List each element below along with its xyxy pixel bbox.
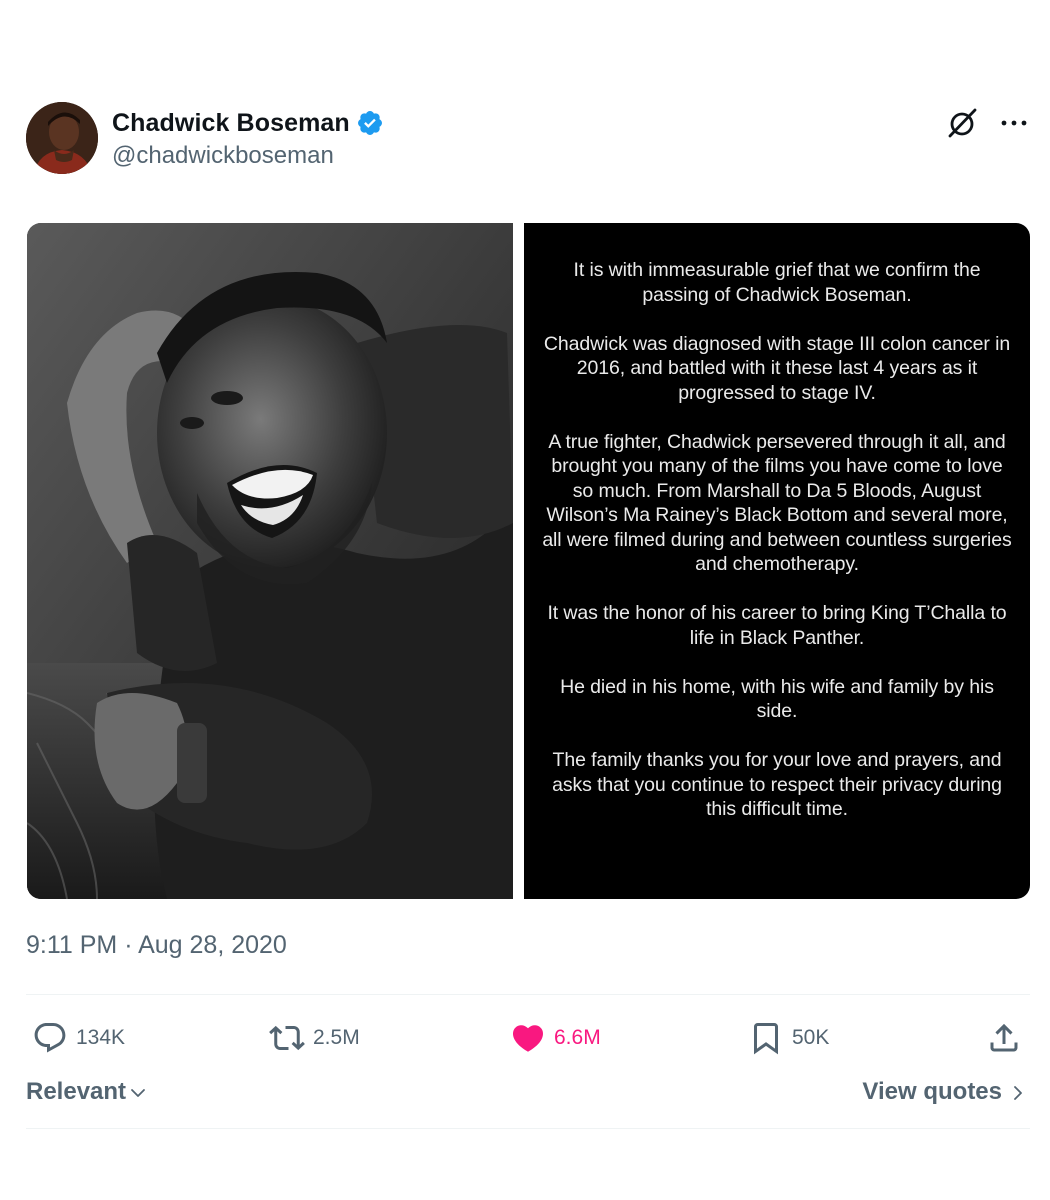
- statement-paragraph: Chadwick was diagnosed with stage III co…: [543, 332, 1011, 404]
- grok-icon[interactable]: [946, 106, 980, 140]
- portrait-photo-image: [27, 223, 513, 899]
- view-quotes-label: View quotes: [862, 1078, 1002, 1105]
- statement-paragraph: A true fighter, Chadwick persevered thro…: [542, 430, 1012, 576]
- more-icon[interactable]: [998, 108, 1030, 138]
- bookmark-count: 50K: [792, 1026, 830, 1049]
- chevron-right-icon: [1014, 1086, 1022, 1100]
- verified-badge-icon[interactable]: [356, 109, 384, 137]
- statement-text: It is with immeasurable grief that we co…: [542, 258, 1012, 846]
- statement-paragraph: It was the honor of his career to bring …: [547, 602, 1007, 649]
- share-icon: [990, 1023, 1018, 1052]
- repost-icon: [269, 1025, 305, 1051]
- statement-paragraph: It is with immeasurable grief that we co…: [573, 259, 981, 306]
- heart-filled-icon: [512, 1025, 544, 1052]
- tweet-header: Chadwick Boseman @chadwickboseman: [26, 102, 1030, 176]
- handle[interactable]: @chadwickboseman: [112, 142, 384, 170]
- statement-paragraph: He died in his home, with his wife and f…: [560, 675, 994, 723]
- media-photo[interactable]: [27, 223, 513, 899]
- bookmark-button[interactable]: 50K: [748, 1012, 829, 1064]
- repost-button[interactable]: 2.5M: [269, 1012, 360, 1064]
- statement-paragraph: The family thanks you for your love and …: [552, 749, 1002, 820]
- bookmark-icon: [754, 1023, 778, 1055]
- like-button[interactable]: 6.6M: [510, 1012, 601, 1064]
- like-count: 6.6M: [554, 1026, 601, 1049]
- replies-sort-dropdown[interactable]: Relevant: [26, 1078, 148, 1106]
- reply-button[interactable]: 134K: [32, 1012, 125, 1064]
- share-button[interactable]: [986, 1012, 1022, 1064]
- chevron-down-icon: [131, 1089, 145, 1097]
- author-names: Chadwick Boseman @chadwickboseman: [112, 106, 384, 170]
- repost-count: 2.5M: [313, 1026, 360, 1049]
- avatar-portrait-image: [26, 102, 98, 174]
- divider: [26, 994, 1030, 995]
- action-bar: 134K 2.5M 6.6M 50K: [26, 1012, 1030, 1064]
- divider: [26, 1128, 1030, 1129]
- avatar[interactable]: [26, 102, 98, 174]
- display-name-row: Chadwick Boseman: [112, 106, 384, 140]
- reply-count: 134K: [76, 1026, 126, 1049]
- reply-icon: [34, 1023, 66, 1053]
- display-name[interactable]: Chadwick Boseman: [112, 109, 350, 138]
- view-quotes-link[interactable]: View quotes: [862, 1078, 1028, 1106]
- replies-sort-label: Relevant: [26, 1078, 127, 1105]
- media-statement[interactable]: It is with immeasurable grief that we co…: [524, 223, 1030, 899]
- tweet-timestamp[interactable]: 9:11 PM · Aug 28, 2020: [26, 931, 287, 960]
